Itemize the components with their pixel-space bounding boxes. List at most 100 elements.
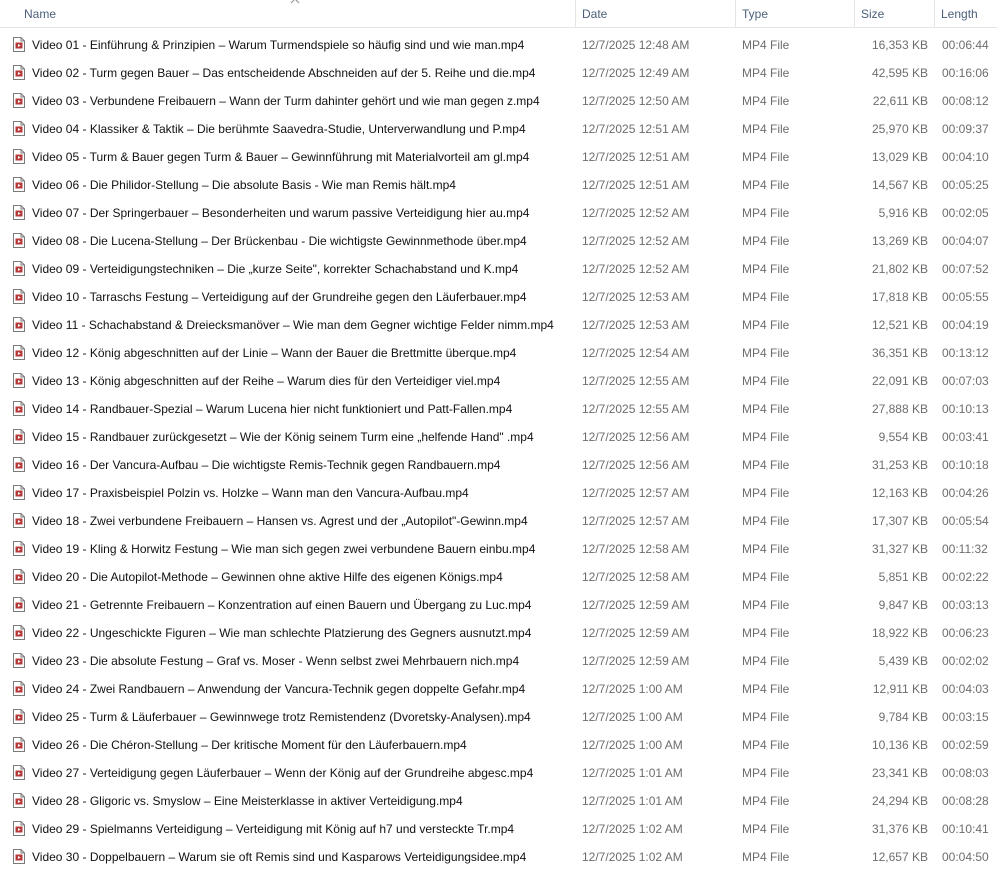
file-row[interactable]: Video 07 - Der Springerbauer – Besonderh… <box>0 199 997 227</box>
video-file-icon <box>13 815 29 843</box>
file-length: 00:04:50 <box>942 850 989 864</box>
file-date-modified: 12/7/2025 12:57 AM <box>582 486 690 500</box>
file-row[interactable]: Video 06 - Die Philidor-Stellung – Die a… <box>0 171 997 199</box>
file-row[interactable]: Video 25 - Turm & Läuferbauer – Gewinnwe… <box>0 703 997 731</box>
file-row[interactable]: Video 12 - König abgeschnitten auf der L… <box>0 339 997 367</box>
file-name: Video 14 - Randbauer-Spezial – Warum Luc… <box>32 402 513 416</box>
file-length: 00:16:06 <box>942 66 989 80</box>
file-row[interactable]: Video 29 - Spielmanns Verteidigung – Ver… <box>0 815 997 843</box>
file-name: Video 18 - Zwei verbundene Freibauern – … <box>32 514 528 528</box>
file-size: 9,847 KB <box>878 598 928 612</box>
file-row[interactable]: Video 21 - Getrennte Freibauern – Konzen… <box>0 591 997 619</box>
file-type: MP4 File <box>742 374 790 388</box>
file-date-modified: 12/7/2025 1:00 AM <box>582 682 683 696</box>
file-date-modified: 12/7/2025 12:52 AM <box>582 234 690 248</box>
file-row[interactable]: Video 04 - Klassiker & Taktik – Die berü… <box>0 115 997 143</box>
column-header-name[interactable]: Name <box>18 0 575 28</box>
file-length: 00:10:13 <box>942 402 989 416</box>
file-length: 00:07:52 <box>942 262 989 276</box>
file-row[interactable]: Video 01 - Einführung & Prinzipien – War… <box>0 31 997 59</box>
file-type: MP4 File <box>742 206 790 220</box>
file-row[interactable]: Video 27 - Verteidigung gegen Läuferbaue… <box>0 759 997 787</box>
file-size: 5,916 KB <box>878 206 928 220</box>
video-file-icon <box>13 283 29 311</box>
file-row[interactable]: Video 24 - Zwei Randbauern – Anwendung d… <box>0 675 997 703</box>
file-row[interactable]: Video 20 - Die Autopilot-Methode – Gewin… <box>0 563 997 591</box>
file-size: 5,439 KB <box>878 654 928 668</box>
video-file-icon <box>13 563 29 591</box>
file-row[interactable]: Video 03 - Verbundene Freibauern – Wann … <box>0 87 997 115</box>
file-size: 17,307 KB <box>871 514 928 528</box>
file-date-modified: 12/7/2025 12:59 AM <box>582 598 690 612</box>
column-header-bar: Name Date Type Size Length <box>0 0 997 28</box>
file-size: 12,657 KB <box>871 850 928 864</box>
file-name: Video 04 - Klassiker & Taktik – Die berü… <box>32 122 526 136</box>
file-name: Video 09 - Verteidigungstechniken – Die … <box>32 262 519 276</box>
file-row[interactable]: Video 14 - Randbauer-Spezial – Warum Luc… <box>0 395 997 423</box>
file-size: 9,784 KB <box>878 710 928 724</box>
column-header-type[interactable]: Type <box>736 0 854 28</box>
file-name: Video 20 - Die Autopilot-Methode – Gewin… <box>32 570 503 584</box>
file-row[interactable]: Video 09 - Verteidigungstechniken – Die … <box>0 255 997 283</box>
file-row[interactable]: Video 05 - Turm & Bauer gegen Turm & Bau… <box>0 143 997 171</box>
file-name: Video 15 - Randbauer zurückgesetzt – Wie… <box>32 430 534 444</box>
file-row[interactable]: Video 19 - Kling & Horwitz Festung – Wie… <box>0 535 997 563</box>
column-header-date[interactable]: Date <box>576 0 735 28</box>
file-size: 9,554 KB <box>878 430 928 444</box>
file-type: MP4 File <box>742 66 790 80</box>
file-row[interactable]: Video 30 - Doppelbauern – Warum sie oft … <box>0 843 997 871</box>
video-file-icon <box>13 507 29 535</box>
file-row[interactable]: Video 08 - Die Lucena-Stellung – Der Brü… <box>0 227 997 255</box>
file-type: MP4 File <box>742 850 790 864</box>
column-header-size[interactable]: Size <box>855 0 934 28</box>
file-type: MP4 File <box>742 486 790 500</box>
video-file-icon <box>13 619 29 647</box>
file-type: MP4 File <box>742 654 790 668</box>
file-date-modified: 12/7/2025 12:52 AM <box>582 206 690 220</box>
file-length: 00:03:13 <box>942 598 989 612</box>
file-name: Video 27 - Verteidigung gegen Läuferbaue… <box>32 766 534 780</box>
file-row[interactable]: Video 16 - Der Vancura-Aufbau – Die wich… <box>0 451 997 479</box>
file-row[interactable]: Video 15 - Randbauer zurückgesetzt – Wie… <box>0 423 997 451</box>
file-row[interactable]: Video 02 - Turm gegen Bauer – Das entsch… <box>0 59 997 87</box>
file-length: 00:10:41 <box>942 822 989 836</box>
file-size: 22,091 KB <box>871 374 928 388</box>
file-row[interactable]: Video 26 - Die Chéron-Stellung – Der kri… <box>0 731 997 759</box>
file-date-modified: 12/7/2025 12:50 AM <box>582 94 690 108</box>
file-date-modified: 12/7/2025 1:02 AM <box>582 850 683 864</box>
file-row[interactable]: Video 22 - Ungeschickte Figuren – Wie ma… <box>0 619 997 647</box>
file-length: 00:04:07 <box>942 234 989 248</box>
video-file-icon <box>13 395 29 423</box>
file-length: 00:07:03 <box>942 374 989 388</box>
file-row[interactable]: Video 10 - Tarraschs Festung – Verteidig… <box>0 283 997 311</box>
file-size: 18,922 KB <box>871 626 928 640</box>
file-row[interactable]: Video 17 - Praxisbeispiel Polzin vs. Hol… <box>0 479 997 507</box>
file-date-modified: 12/7/2025 12:51 AM <box>582 122 690 136</box>
file-length: 00:03:41 <box>942 430 989 444</box>
file-name: Video 03 - Verbundene Freibauern – Wann … <box>32 94 540 108</box>
file-row[interactable]: Video 18 - Zwei verbundene Freibauern – … <box>0 507 997 535</box>
file-row[interactable]: Video 11 - Schachabstand & Dreiecksmanöv… <box>0 311 997 339</box>
video-file-icon <box>13 479 29 507</box>
file-length: 00:02:59 <box>942 738 989 752</box>
video-file-icon <box>13 451 29 479</box>
file-size: 13,029 KB <box>871 150 928 164</box>
file-name: Video 28 - Gligoric vs. Smyslow – Eine M… <box>32 794 463 808</box>
file-type: MP4 File <box>742 94 790 108</box>
file-length: 00:04:19 <box>942 318 989 332</box>
column-header-length[interactable]: Length <box>935 0 997 28</box>
file-size: 13,269 KB <box>871 234 928 248</box>
file-row[interactable]: Video 28 - Gligoric vs. Smyslow – Eine M… <box>0 787 997 815</box>
file-size: 24,294 KB <box>871 794 928 808</box>
file-row[interactable]: Video 13 - König abgeschnitten auf der R… <box>0 367 997 395</box>
file-name: Video 05 - Turm & Bauer gegen Turm & Bau… <box>32 150 530 164</box>
file-date-modified: 12/7/2025 12:56 AM <box>582 430 690 444</box>
file-row[interactable]: Video 23 - Die absolute Festung – Graf v… <box>0 647 997 675</box>
file-size: 16,353 KB <box>871 38 928 52</box>
file-type: MP4 File <box>742 458 790 472</box>
video-file-icon <box>13 731 29 759</box>
file-size: 12,163 KB <box>871 486 928 500</box>
file-length: 00:02:22 <box>942 570 989 584</box>
file-date-modified: 12/7/2025 12:54 AM <box>582 346 690 360</box>
file-size: 31,376 KB <box>871 822 928 836</box>
